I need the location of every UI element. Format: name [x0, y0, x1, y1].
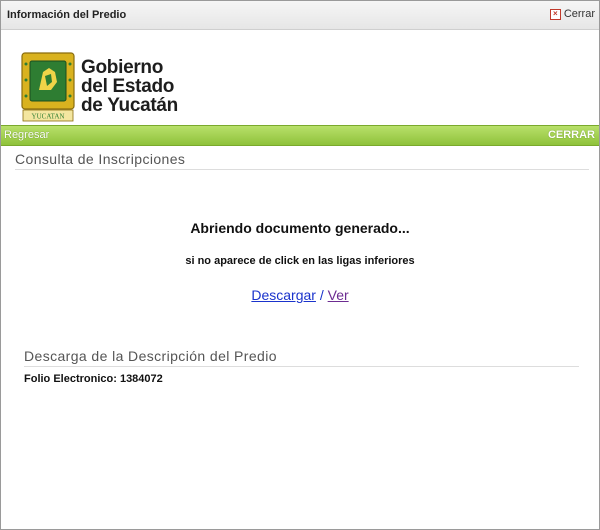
nav-bar: Regresar CERRAR	[1, 125, 599, 146]
dialog-title: Información del Predio	[7, 9, 127, 21]
close-nav-button[interactable]: CERRAR	[548, 129, 595, 141]
close-button[interactable]: × Cerrar	[549, 8, 595, 20]
section-title-descripcion: Descarga de la Descripción del Predio	[24, 348, 579, 367]
org-name-line3: de Yucatán	[81, 95, 178, 116]
logo-caption: YUCATAN	[32, 113, 65, 121]
section-title-inscripciones: Consulta de Inscripciones	[15, 151, 589, 170]
close-icon: ×	[549, 8, 561, 20]
org-name: Gobierno del Estado de Yucatán	[81, 58, 178, 115]
yucatan-shield-logo: YUCATAN	[21, 52, 75, 122]
folio-number: Folio Electronico: 1384072	[24, 373, 163, 385]
download-link[interactable]: Descargar	[251, 287, 316, 303]
document-links: Descargar / Ver	[1, 287, 599, 303]
hint-message: si no aparece de click en las ligas infe…	[185, 255, 415, 267]
back-button[interactable]: Regresar	[4, 129, 49, 141]
link-separator: /	[315, 287, 328, 303]
status-message: Abriendo documento generado...	[190, 220, 410, 236]
view-link[interactable]: Ver	[328, 287, 349, 303]
org-name-line2: del Estado	[81, 76, 175, 97]
header: YUCATAN Gobierno del Estado de Yucatán	[1, 30, 599, 126]
title-bar: Información del Predio × Cerrar	[1, 1, 599, 30]
org-name-line1: Gobierno	[81, 57, 164, 78]
close-label: Cerrar	[563, 8, 595, 20]
info-dialog: Información del Predio × Cerrar YUCATAN …	[0, 0, 600, 530]
